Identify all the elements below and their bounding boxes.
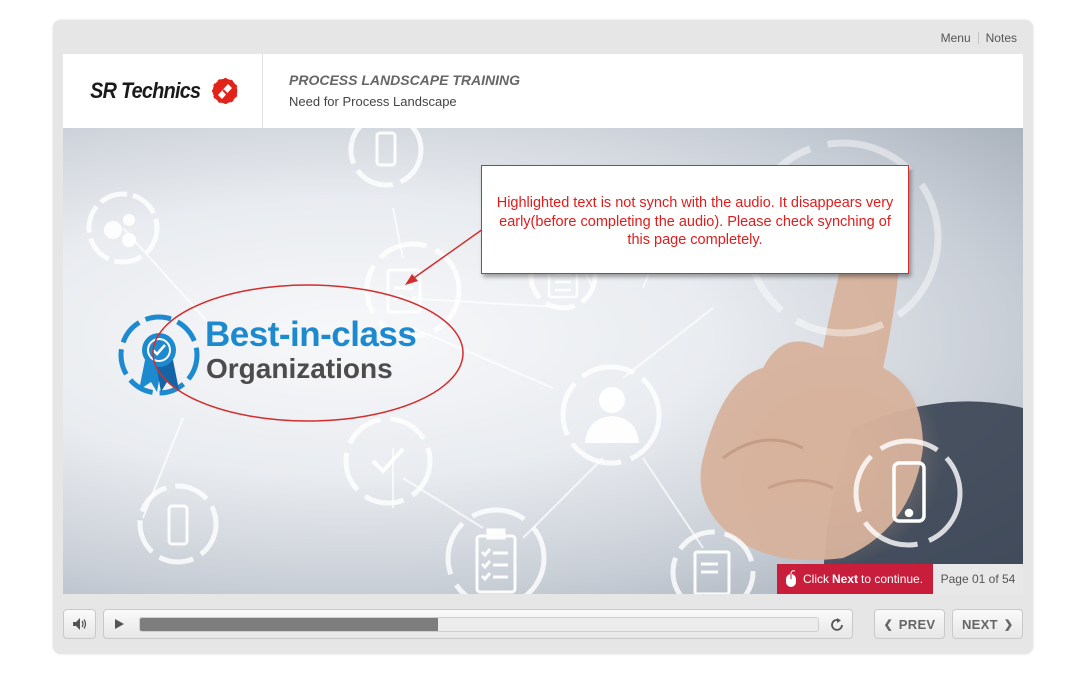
prev-label: PREV: [898, 616, 936, 632]
progress-fill: [140, 618, 439, 631]
comment-arrow: [405, 228, 484, 285]
document-icon: [693, 550, 731, 594]
brand-line1: Best-in-class: [205, 315, 417, 354]
course-title: PROCESS LANDSCAPE TRAINING: [289, 72, 521, 88]
gears-icon: [104, 214, 136, 247]
prev-button[interactable]: ❮ PREV: [874, 609, 945, 639]
speaker-icon: [72, 618, 86, 630]
top-nav: Menu Notes: [941, 31, 1017, 45]
next-label: NEXT: [961, 616, 998, 632]
click-suffix: to continue.: [861, 572, 924, 586]
nav-divider: [977, 32, 979, 44]
page-subtitle: Need for Process Landscape: [289, 94, 457, 109]
playback-controls: ❮ PREV NEXT ❯: [53, 604, 1033, 644]
chevron-right-icon: ❯: [1003, 618, 1014, 631]
replay-icon[interactable]: [828, 616, 846, 634]
review-comment-text: Highlighted text is not synch with the a…: [496, 195, 894, 248]
ribbon-badge-icon: [118, 314, 200, 396]
seek-bar-container: [103, 609, 853, 639]
click-next-bold: Next: [832, 572, 859, 586]
checkmark-icon: [371, 447, 405, 474]
volume-button[interactable]: [63, 609, 96, 639]
phone-icon: [167, 504, 189, 546]
mouse-icon: [786, 570, 796, 587]
next-button[interactable]: NEXT ❯: [952, 609, 1023, 639]
course-header: SR Technics PROCESS LANDSCAPE TRAINING N…: [63, 54, 1023, 128]
phone-icon: [375, 131, 397, 167]
checklist-icon: [475, 528, 517, 594]
menu-link[interactable]: Menu: [941, 31, 971, 45]
logo-mark-icon: [210, 77, 239, 105]
company-logo: SR Technics: [63, 54, 263, 128]
notes-link[interactable]: Notes: [986, 31, 1017, 45]
click-prefix: Click: [803, 572, 829, 586]
logo-text: SR Technics: [90, 78, 201, 103]
slide-stage: Best-in-class Organizations Highlighted …: [63, 128, 1023, 594]
brand-line2: Organizations: [206, 353, 393, 384]
review-comment-box: Highlighted text is not synch with the a…: [481, 165, 909, 274]
progress-track[interactable]: [139, 617, 819, 632]
header-titles: PROCESS LANDSCAPE TRAINING Need for Proc…: [263, 54, 520, 128]
play-icon: [115, 619, 124, 629]
chevron-left-icon: ❮: [883, 618, 893, 631]
click-next-prompt: Click Next to continue.: [777, 564, 933, 594]
course-player: Menu Notes SR Technics PROCESS LANDSCAPE…: [53, 20, 1033, 654]
play-button[interactable]: [104, 610, 134, 638]
page-indicator: Page 01 of 54: [933, 564, 1023, 594]
best-in-class-heading: Best-in-class Organizations: [205, 315, 417, 385]
user-icon: [585, 387, 639, 443]
